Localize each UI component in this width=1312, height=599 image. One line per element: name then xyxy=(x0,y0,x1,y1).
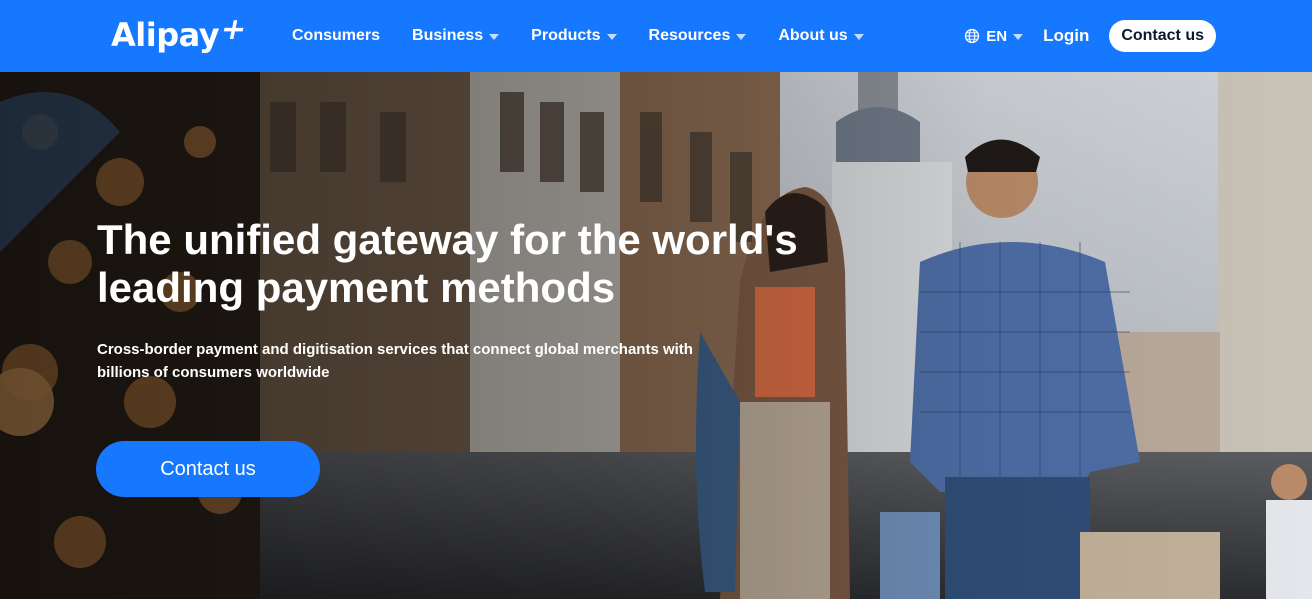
hero-section: The unified gateway for the world's lead… xyxy=(0,72,1312,599)
nav-label: Products xyxy=(531,27,601,44)
nav-item-business[interactable]: Business xyxy=(412,27,500,45)
contact-us-hero-button[interactable]: Contact us xyxy=(96,441,320,497)
header-right-tools: EN Login Contact us xyxy=(964,0,1216,72)
caret-down-icon xyxy=(606,34,617,40)
hero-title: The unified gateway for the world's lead… xyxy=(97,216,857,312)
caret-down-icon xyxy=(736,34,747,40)
caret-down-icon xyxy=(853,34,864,40)
globe-icon xyxy=(965,28,980,44)
nav-label: Resources xyxy=(648,27,731,44)
nav-item-resources[interactable]: Resources xyxy=(649,27,747,45)
nav-item-about-us[interactable]: About us xyxy=(778,27,864,45)
login-link[interactable]: Login xyxy=(1043,26,1089,46)
language-label: EN xyxy=(986,27,1008,45)
alipay-logo[interactable]: Alipay + xyxy=(111,11,250,56)
hero-title-line-2: leading payment methods xyxy=(97,264,616,311)
top-navigation-bar: Alipay + Consumers Business Products Reso… xyxy=(0,0,1312,72)
hero-subtitle: Cross-border payment and digitisation se… xyxy=(97,338,817,384)
hero-subtitle-line-1: Cross-border payment and digitisation se… xyxy=(97,341,693,358)
nav-item-products[interactable]: Products xyxy=(531,27,617,45)
nav-label: Consumers xyxy=(292,27,381,44)
language-selector[interactable]: EN xyxy=(964,27,1024,45)
caret-down-icon xyxy=(489,34,500,40)
logo-text: Alipay xyxy=(111,16,220,54)
nav-label: About us xyxy=(778,27,848,44)
logo-plus-mark: + xyxy=(217,11,250,47)
nav-label: Business xyxy=(412,27,484,44)
caret-down-icon xyxy=(1013,34,1024,40)
hero-title-line-1: The unified gateway for the world's xyxy=(97,216,798,263)
nav-item-consumers[interactable]: Consumers xyxy=(292,27,380,45)
contact-us-header-button[interactable]: Contact us xyxy=(1109,20,1216,52)
hero-subtitle-line-2: billions of consumers worldwide xyxy=(97,364,330,381)
hero-dark-overlay xyxy=(0,72,1312,599)
main-nav: Consumers Business Products Resources Ab… xyxy=(292,0,864,72)
